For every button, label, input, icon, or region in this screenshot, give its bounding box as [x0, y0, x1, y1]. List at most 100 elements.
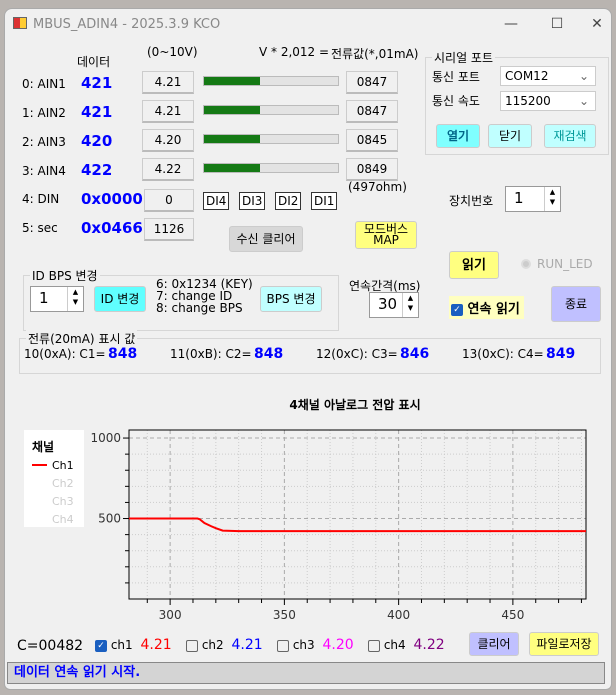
- current-item-value: 846: [400, 346, 430, 362]
- di4-indicator: DI4: [203, 192, 230, 210]
- note-line: 8: change BPS: [156, 301, 243, 315]
- interval-spinner[interactable]: 30 ▲ ▼: [369, 292, 419, 318]
- channel-toggle-checkbox[interactable]: ch3 4.20: [277, 637, 354, 653]
- port-select[interactable]: COM12 ⌄: [500, 66, 596, 86]
- level-fill: [204, 77, 261, 85]
- current-item-value: 848: [254, 346, 284, 362]
- channel-toggle-value: 4.21: [231, 637, 263, 653]
- di3-indicator: DI3: [239, 192, 266, 210]
- current-display-group: 전류(20mA) 표시 값 10(0xA): C1= 848 11(0xB): C…: [19, 330, 601, 374]
- close-button[interactable]: ✕: [577, 13, 611, 35]
- din-value: 0: [144, 189, 194, 212]
- channel-level-bar: [203, 163, 339, 173]
- din-hex: 0x0000: [81, 190, 143, 208]
- clear-rx-button[interactable]: 수신 클리어: [229, 226, 303, 252]
- channel-raw: 422: [81, 161, 113, 179]
- level-fill: [204, 135, 261, 143]
- id-bps-title: ID BPS 변경: [30, 267, 100, 284]
- id-change-button[interactable]: ID 변경: [94, 286, 146, 312]
- din-label: 4: DIN: [22, 192, 60, 206]
- checkbox-unchecked-icon: [277, 639, 289, 652]
- legend-title: 채널: [32, 439, 54, 454]
- di2-indicator: DI2: [275, 192, 302, 210]
- serial-port-title: 시리얼 포트: [432, 49, 496, 66]
- spinner-arrows-icon[interactable]: ▲ ▼: [544, 187, 560, 211]
- run-led-indicator: [521, 259, 531, 269]
- x-tick-label: 450: [501, 608, 524, 622]
- current-item-label: 10(0xA): C1=: [24, 347, 106, 361]
- interval-value: 30: [378, 295, 398, 313]
- continuous-read-label: 연속 읽기: [467, 302, 520, 317]
- legend-item: Ch1: [52, 459, 74, 472]
- level-fill: [204, 164, 261, 172]
- voltage-chart: 4채널 아날로그 전압 표시 300 350 400 450 500 1000 채널 Ch1 Ch…: [24, 397, 587, 622]
- channel-current: 0847: [346, 71, 398, 94]
- channel-current: 0849: [346, 158, 398, 181]
- channel-toggle-checkbox[interactable]: ✓ ch1 4.21: [95, 637, 172, 653]
- speed-select[interactable]: 115200 ⌄: [500, 91, 596, 111]
- current-header: 전류값(*,01mA): [331, 47, 419, 61]
- channel-level-bar: [203, 105, 339, 115]
- read-button[interactable]: 읽기: [449, 251, 499, 279]
- device-label: 장치번호: [449, 194, 494, 208]
- maximize-button[interactable]: ☐: [537, 13, 577, 35]
- channel-toggle-checkbox[interactable]: ch4 4.22: [368, 637, 445, 653]
- exit-button[interactable]: 종료: [551, 286, 601, 322]
- level-fill: [204, 106, 261, 114]
- spinner-arrows-icon[interactable]: ▲ ▼: [67, 287, 83, 311]
- device-spinner[interactable]: 1 ▲ ▼: [505, 186, 561, 212]
- current-item-value: 848: [108, 346, 138, 362]
- di1-indicator: DI1: [311, 192, 338, 210]
- device-value: 1: [514, 189, 524, 207]
- channel-raw: 421: [81, 103, 113, 121]
- rescan-button[interactable]: 재검색: [544, 124, 596, 148]
- close-port-button[interactable]: 닫기: [488, 124, 532, 148]
- channel-voltage: 4.21: [142, 71, 194, 94]
- save-file-button[interactable]: 파일로저장: [529, 632, 599, 656]
- channel-toggle-label: ch2: [201, 638, 224, 652]
- current-item-value: 849: [546, 346, 576, 362]
- app-icon: [13, 17, 27, 29]
- plot-area: [128, 429, 587, 600]
- channel-toggle-checkbox[interactable]: ch2 4.21: [186, 637, 263, 653]
- channel-label: 3: AIN4: [22, 164, 66, 178]
- checkbox-checked-icon: ✓: [95, 639, 107, 652]
- channel-label: 2: AIN3: [22, 135, 66, 149]
- checkbox-unchecked-icon: [186, 639, 198, 652]
- run-led-label: RUN_LED: [537, 257, 593, 271]
- clear-button[interactable]: 클리어: [469, 632, 519, 656]
- current-item-label: 11(0xB): C2=: [170, 347, 252, 361]
- modbus-map-button[interactable]: 모드버스 MAP: [355, 221, 417, 249]
- channel-toggle-label: ch3: [292, 638, 315, 652]
- current-display-title: 전류(20mA) 표시 값: [26, 330, 138, 347]
- channel-voltage: 4.21: [142, 100, 194, 123]
- channel-current: 0847: [346, 100, 398, 123]
- app-window: MBUS_ADIN4 - 2025.3.9 KCO — ☐ ✕ 데이터 (0~1…: [4, 8, 612, 690]
- channel-level-bar: [203, 76, 339, 86]
- chevron-down-icon: ⌄: [578, 69, 589, 83]
- channel-toggle-value: 4.20: [322, 637, 354, 653]
- id-bps-notes: 6: 0x1234 (KEY) 7: change ID 8: change BPS: [156, 278, 253, 314]
- port-label: 통신 포트: [432, 70, 480, 84]
- spinner-arrows-icon[interactable]: ▲ ▼: [402, 293, 418, 317]
- open-button[interactable]: 열기: [436, 124, 480, 148]
- legend-item: Ch2: [52, 477, 74, 490]
- continuous-read-checkbox[interactable]: ✓ 연속 읽기: [449, 296, 524, 319]
- y-tick-label: 500: [98, 512, 121, 526]
- checkbox-checked-icon: ✓: [451, 303, 463, 316]
- bps-change-button[interactable]: BPS 변경: [260, 286, 322, 312]
- channel-current: 0845: [346, 129, 398, 152]
- chevron-down-icon: ⌄: [578, 94, 589, 108]
- channel-toggle-label: ch4: [383, 638, 406, 652]
- id-spinner[interactable]: 1 ▲ ▼: [30, 286, 84, 312]
- channel-raw: 420: [81, 132, 113, 150]
- status-bar: 데이터 연속 읽기 시작.: [7, 662, 605, 684]
- channel-voltage: 4.22: [142, 158, 194, 181]
- minimize-button[interactable]: —: [491, 13, 531, 35]
- channel-toggle-value: 4.21: [140, 637, 172, 653]
- id-value: 1: [39, 289, 49, 307]
- channel-raw: 421: [81, 74, 113, 92]
- channel-label: 1: AIN2: [22, 106, 66, 120]
- speed-label: 통신 속도: [432, 94, 480, 108]
- ohm-label: (497ohm): [348, 180, 407, 194]
